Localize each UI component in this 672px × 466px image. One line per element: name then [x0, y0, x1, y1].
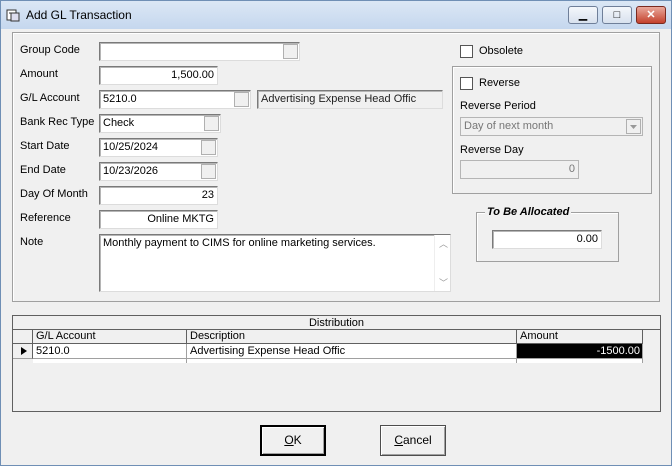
obsolete-checkbox[interactable] [460, 45, 473, 58]
dialog-body: Group Code Amount 1,500.00 G/L Account 5… [9, 29, 663, 459]
scroll-down-icon[interactable]: ﹀ [439, 276, 448, 289]
group-code-combo[interactable] [99, 42, 300, 61]
window-title: Add GL Transaction [26, 8, 132, 22]
gl-account-description: Advertising Expense Head Offic [257, 90, 443, 109]
cancel-button[interactable]: Cancel [380, 425, 446, 456]
to-be-allocated-value: 0.00 [492, 230, 602, 249]
day-of-month-label: Day Of Month [20, 188, 88, 200]
add-gl-transaction-window: Add GL Transaction ▁ □ ✕ Group Code Amou… [0, 0, 672, 466]
end-date-label: End Date [20, 164, 66, 176]
new-row-cell [33, 359, 187, 363]
chevron-down-icon [630, 125, 637, 129]
start-date-label: Start Date [20, 140, 70, 152]
distribution-grid[interactable]: Distribution G/L Account Description Amo… [12, 315, 661, 412]
end-date-picker[interactable]: 10/23/2026 [99, 162, 218, 181]
day-of-month-input[interactable]: 23 [99, 186, 218, 205]
start-date-value: 10/25/2024 [103, 141, 159, 153]
bank-rec-type-combo[interactable]: Check [99, 114, 221, 133]
note-scrollbar[interactable]: ︿ ﹀ [434, 235, 450, 291]
scroll-up-icon[interactable]: ︿ [439, 237, 448, 250]
reverse-day-input[interactable]: 0 [460, 160, 579, 179]
end-date-value: 10/23/2026 [103, 165, 159, 177]
cancel-rest: ancel [402, 433, 432, 447]
to-be-allocated-title: To Be Allocated [485, 206, 572, 218]
start-date-dropdown-button[interactable] [201, 140, 216, 155]
note-label: Note [20, 236, 44, 248]
gl-account-value: 5210.0 [103, 93, 137, 105]
reverse-period-dropdown-button[interactable] [626, 119, 641, 134]
amount-input[interactable]: 1,500.00 [99, 66, 218, 85]
ok-button[interactable]: OK [260, 425, 326, 456]
note-value: Monthly payment to CIMS for online marke… [103, 237, 376, 249]
minimize-button[interactable]: ▁ [568, 6, 598, 24]
note-textarea[interactable]: Monthly payment to CIMS for online marke… [99, 234, 451, 292]
distribution-caption: Distribution [13, 316, 660, 330]
maximize-button[interactable]: □ [602, 6, 632, 24]
reverse-period-value: Day of next month [464, 120, 554, 132]
reverse-period-combo[interactable]: Day of next month [460, 117, 643, 136]
reverse-day-label: Reverse Day [460, 144, 524, 156]
column-header-description[interactable]: Description [187, 330, 517, 344]
reference-input[interactable]: Online MKTG [99, 210, 218, 229]
reverse-period-label: Reverse Period [460, 100, 536, 112]
table-row-description-cell[interactable]: Advertising Expense Head Offic [187, 344, 517, 359]
reverse-checkbox[interactable] [460, 77, 473, 90]
maximize-icon: □ [613, 9, 621, 21]
ok-mnemonic: O [284, 433, 294, 447]
end-date-dropdown-button[interactable] [201, 164, 216, 179]
new-row-cell [517, 359, 643, 363]
group-code-label: Group Code [20, 44, 80, 56]
ledger-app-icon [6, 9, 20, 22]
bank-rec-type-value: Check [103, 117, 135, 129]
cancel-mnemonic: C [394, 433, 403, 447]
new-row-cell [187, 359, 517, 363]
ok-rest: K [293, 433, 302, 447]
amount-label: Amount [20, 68, 58, 80]
close-icon: ✕ [646, 9, 656, 21]
bank-rec-type-dropdown-button[interactable] [204, 116, 219, 131]
title-bar[interactable]: Add GL Transaction ▁ □ ✕ [1, 1, 671, 29]
gl-account-label: G/L Account [20, 92, 80, 104]
gl-account-dropdown-button[interactable] [234, 92, 249, 107]
minimize-icon: ▁ [578, 9, 588, 21]
obsolete-label: Obsolete [479, 45, 524, 57]
start-date-picker[interactable]: 10/25/2024 [99, 138, 218, 157]
table-row-gl-account-cell[interactable]: 5210.0 [33, 344, 187, 359]
group-code-dropdown-button[interactable] [283, 44, 298, 59]
table-row-amount-cell[interactable]: -1500.00 [517, 344, 643, 359]
column-header-amount[interactable]: Amount [517, 330, 643, 344]
gl-account-combo[interactable]: 5210.0 [99, 90, 251, 109]
current-row-arrow-icon [21, 347, 27, 355]
row-header-corner [13, 330, 33, 344]
row-indicator[interactable] [13, 344, 33, 359]
reverse-label: Reverse [479, 77, 520, 89]
reference-label: Reference [20, 212, 71, 224]
column-header-gl-account[interactable]: G/L Account [33, 330, 187, 344]
bank-rec-type-label: Bank Rec Type [20, 116, 95, 128]
close-button[interactable]: ✕ [636, 6, 666, 24]
